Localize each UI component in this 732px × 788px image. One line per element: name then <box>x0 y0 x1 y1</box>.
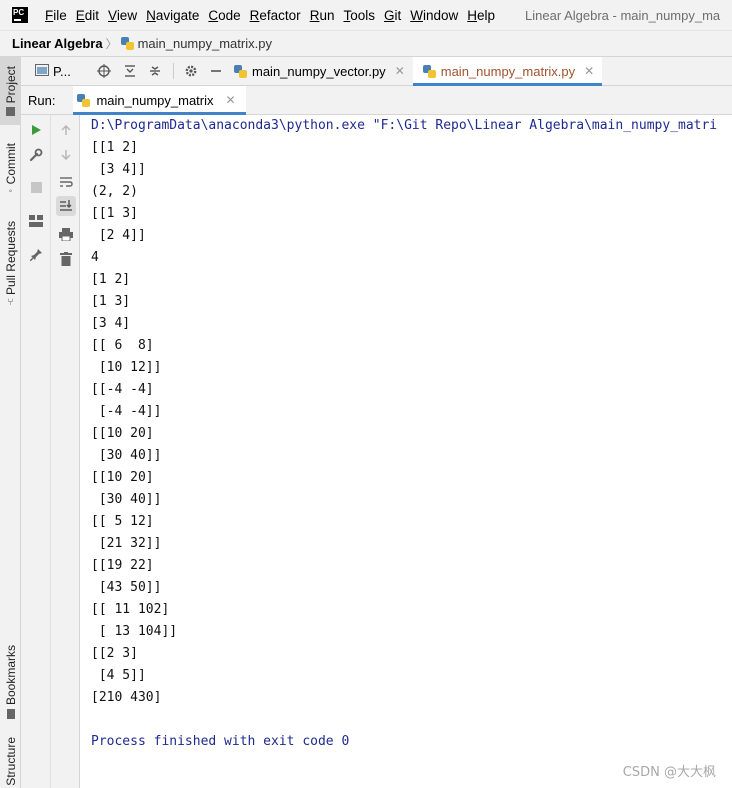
run-console[interactable]: D:\ProgramData\anaconda3\python.exe "F:\… <box>80 115 732 788</box>
menu-item[interactable]: Git <box>381 8 404 23</box>
layout-icon[interactable] <box>26 211 46 231</box>
menu-item[interactable]: File <box>42 8 70 23</box>
menu-item[interactable]: View <box>105 8 140 23</box>
python-file-icon <box>422 64 436 78</box>
console-output-line: [[19 22] <box>91 558 154 573</box>
expand-all-icon[interactable] <box>122 63 137 79</box>
trash-icon[interactable] <box>56 249 76 269</box>
run-tool-window-header: Run: main_numpy_matrix ✕ <box>21 86 732 115</box>
menu-item[interactable]: Tools <box>340 8 378 23</box>
rerun-icon[interactable] <box>26 120 46 140</box>
commit-icon: ◦ <box>8 186 13 198</box>
console-output-line: [1 2] <box>91 272 131 287</box>
tool-tab-structure[interactable]: Structure <box>0 735 21 788</box>
arrow-down-icon[interactable] <box>56 145 76 165</box>
console-output-line: [3 4] <box>91 316 131 331</box>
menu-item[interactable]: Edit <box>73 8 102 23</box>
collapse-all-icon[interactable] <box>147 63 162 79</box>
menu-item[interactable]: Code <box>205 8 243 23</box>
console-output-line: (2, 2) <box>91 184 138 199</box>
pin-icon[interactable] <box>26 244 46 264</box>
python-file-icon <box>120 37 134 50</box>
wrench-icon[interactable] <box>26 145 46 165</box>
left-tool-stripe: Project Commit ◦ Pull Requests ⑂ Bookmar… <box>0 57 21 788</box>
project-panel-icon <box>35 63 49 79</box>
breadcrumb-file-label: main_numpy_matrix.py <box>137 36 272 51</box>
breadcrumb-separator: 〉 <box>105 37 118 51</box>
process-finished-message: Process finished with exit code 0 <box>91 734 350 749</box>
print-icon[interactable] <box>56 224 76 244</box>
console-output-line: [43 50]] <box>91 580 162 595</box>
soft-wrap-icon[interactable] <box>56 172 76 192</box>
arrow-up-icon[interactable] <box>56 120 76 140</box>
console-output-line: [10 12]] <box>91 360 162 375</box>
console-output-line: [2 4]] <box>91 228 146 243</box>
project-panel-header: P... <box>21 57 224 86</box>
console-output-line: [[ 5 12] <box>91 514 154 529</box>
tool-tab-bookmarks[interactable]: Bookmarks <box>0 642 21 722</box>
tool-tab-commit[interactable]: Commit ◦ <box>0 135 21 205</box>
menu-bar: PC File Edit View Navigate Code Refactor Run To… <box>0 0 732 30</box>
close-icon[interactable]: ✕ <box>584 64 594 78</box>
run-toolbar-secondary <box>51 115 80 788</box>
console-output-line: [[1 3] <box>91 206 138 221</box>
console-output-line: [1 3] <box>91 294 131 309</box>
gear-icon[interactable] <box>184 63 199 79</box>
run-tab-main-numpy-matrix[interactable]: main_numpy_matrix ✕ <box>73 86 246 115</box>
main-menu: File Edit View Navigate Code Refactor Run Tools… <box>42 8 501 23</box>
locate-file-icon[interactable] <box>97 63 112 79</box>
minimize-icon[interactable] <box>209 63 224 79</box>
console-output-line: [ 13 104]] <box>91 624 178 639</box>
console-output-line: [[2 3] <box>91 646 138 661</box>
console-output-line: [4 5]] <box>91 668 146 683</box>
pycharm-logo-icon: PC <box>12 7 28 23</box>
navigation-bar: Linear Algebra 〉 main_numpy_matrix.py <box>0 30 732 57</box>
console-output-line: [[-4 -4] <box>91 382 154 397</box>
console-output-line: [[10 20] <box>91 470 154 485</box>
console-output-line: [[10 20] <box>91 426 154 441</box>
console-output-line: [3 4]] <box>91 162 146 177</box>
tab-main-numpy-matrix[interactable]: main_numpy_matrix.py ✕ <box>412 57 603 86</box>
console-output-line: [[ 11 102] <box>91 602 170 617</box>
breadcrumb-file[interactable]: main_numpy_matrix.py <box>120 36 272 51</box>
console-command-line: D:\ProgramData\anaconda3\python.exe "F:\… <box>91 118 718 133</box>
pull-request-icon: ⑂ <box>7 297 14 309</box>
stop-icon[interactable] <box>26 177 46 197</box>
menu-item[interactable]: Window <box>407 8 461 23</box>
run-toolbar-primary <box>21 115 51 788</box>
watermark: CSDN @大大枫 <box>622 765 716 780</box>
run-label: Run: <box>28 92 56 108</box>
menu-item[interactable]: Navigate <box>143 8 202 23</box>
tool-tab-pull-requests[interactable]: Pull Requests ⑂ <box>0 217 21 312</box>
project-panel-title[interactable]: P... <box>53 64 71 79</box>
menu-item[interactable]: Run <box>307 8 338 23</box>
console-output-line: [30 40]] <box>91 492 162 507</box>
console-output-line: [21 32]] <box>91 536 162 551</box>
console-output-line: [-4 -4]] <box>91 404 162 419</box>
console-output-line: [210 430] <box>91 690 162 705</box>
console-output-line: 4 <box>91 250 99 265</box>
console-output-line: [30 40]] <box>91 448 162 463</box>
tool-tab-project[interactable]: Project <box>0 57 21 125</box>
bookmark-icon <box>6 708 15 719</box>
menu-item[interactable]: Refactor <box>247 8 304 23</box>
breadcrumb-project[interactable]: Linear Algebra <box>12 36 103 51</box>
toolbar-divider <box>172 63 174 79</box>
console-output-line: [[ 6 8] <box>91 338 154 353</box>
scroll-to-end-icon[interactable] <box>56 196 76 216</box>
console-output-line: [[1 2] <box>91 140 138 155</box>
close-icon[interactable]: ✕ <box>395 64 405 78</box>
editor-tab-bar: main_numpy_vector.py ✕ main_numpy_matrix… <box>224 57 732 86</box>
python-run-config-icon <box>77 93 91 107</box>
python-file-icon <box>234 64 247 78</box>
project-folder-icon <box>6 106 15 116</box>
tab-main-numpy-vector[interactable]: main_numpy_vector.py ✕ <box>224 57 413 85</box>
menu-item[interactable]: Help <box>464 8 498 23</box>
close-icon[interactable]: ✕ <box>226 93 236 107</box>
window-title: Linear Algebra - main_numpy_ma <box>525 7 721 23</box>
